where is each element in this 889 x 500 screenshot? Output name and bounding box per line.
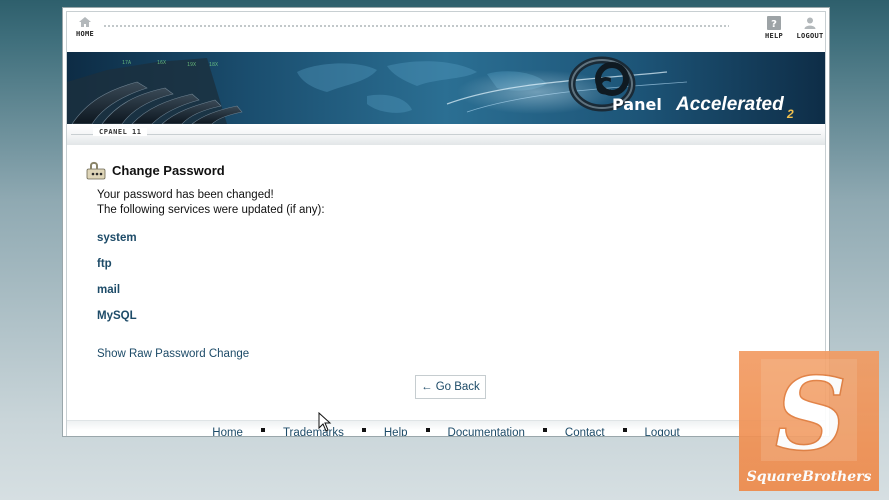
- watermark-letter: S: [775, 355, 847, 471]
- status-message: Your password has been changed! The foll…: [97, 188, 325, 218]
- svg-text:?: ?: [771, 19, 777, 30]
- password-lock-icon: [86, 161, 106, 180]
- help-nav-label: HELP: [764, 32, 784, 40]
- home-nav-label: HOME: [75, 30, 95, 38]
- footer-separator: [622, 427, 627, 432]
- status-line-2: The following services were updated (if …: [97, 204, 325, 216]
- service-item-mail: mail: [97, 284, 121, 296]
- svg-text:16X: 16X: [157, 60, 166, 66]
- page-heading: Change Password: [86, 160, 225, 180]
- cpanel-banner: 17A 16X 19X 18X c Panel Accelerated 2: [67, 52, 825, 124]
- footer-link-logout[interactable]: Logout: [645, 427, 680, 436]
- service-item-ftp: ftp: [97, 258, 112, 270]
- svg-text:19X: 19X: [187, 62, 196, 68]
- help-nav-button[interactable]: ? HELP: [763, 16, 785, 40]
- banner-brand-accelerated: Accelerated: [675, 94, 784, 115]
- cpanel-frame: HOME ? HELP LOGOUT 17A 16X 19X 18X c Pan…: [66, 11, 826, 436]
- home-nav-button[interactable]: HOME: [71, 16, 99, 38]
- footer-separator: [361, 427, 366, 432]
- version-bar: CPANEL 11: [67, 125, 825, 145]
- svg-text:18X: 18X: [209, 62, 218, 68]
- footer-link-documentation[interactable]: Documentation: [448, 427, 525, 436]
- footer-separator: [425, 427, 430, 432]
- service-item-system: system: [97, 232, 137, 244]
- page-title: Change Password: [112, 162, 225, 178]
- banner-brand-c: c: [595, 67, 613, 102]
- user-icon: [804, 17, 816, 29]
- svg-text:17A: 17A: [122, 60, 131, 66]
- service-item-mysql: MySQL: [97, 310, 137, 322]
- browser-window: HOME ? HELP LOGOUT 17A 16X 19X 18X c Pan…: [62, 7, 830, 437]
- version-divider: [71, 134, 821, 135]
- footer-links: Home Trademarks Help Documentation Contact Lo…: [67, 427, 825, 436]
- status-line-1: Your password has been changed!: [97, 189, 274, 201]
- watermark-letter-logo: S: [761, 354, 857, 474]
- go-back-button[interactable]: ← Go Back: [415, 375, 486, 399]
- footer-nav: Home Trademarks Help Documentation Contact Lo…: [67, 420, 825, 436]
- footer-link-trademarks[interactable]: Trademarks: [283, 427, 344, 436]
- footer-separator: [260, 427, 265, 432]
- footer-link-contact[interactable]: Contact: [565, 427, 605, 436]
- watermark-brand-text: SquareBrothers: [746, 469, 872, 485]
- version-label: CPANEL 11: [93, 128, 148, 136]
- footer-link-home[interactable]: Home: [212, 427, 243, 436]
- banner-artwork: 17A 16X 19X 18X c Panel Accelerated 2: [67, 56, 794, 124]
- mouse-cursor-icon: [318, 412, 332, 432]
- logout-nav-label: LOGOUT: [796, 32, 824, 40]
- footer-separator: [542, 427, 547, 432]
- top-nav-bar: HOME ? HELP LOGOUT: [67, 12, 825, 52]
- squarebrothers-watermark: S SquareBrothers: [739, 351, 879, 491]
- show-raw-password-change-link[interactable]: Show Raw Password Change: [97, 348, 249, 360]
- banner-brand-panel: Panel: [612, 95, 662, 114]
- help-icon: ?: [767, 16, 781, 30]
- logout-nav-button[interactable]: LOGOUT: [794, 16, 826, 40]
- home-icon: [79, 17, 91, 27]
- footer-link-help[interactable]: Help: [384, 427, 408, 436]
- nav-divider-dots: [103, 24, 729, 28]
- banner-brand-suffix: 2: [786, 107, 794, 121]
